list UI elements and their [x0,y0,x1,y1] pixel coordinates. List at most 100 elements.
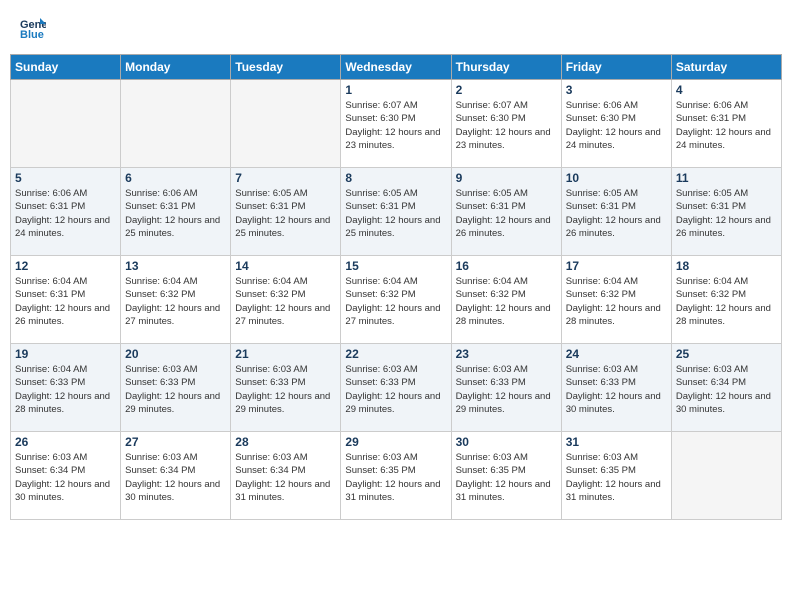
day-number: 10 [566,171,667,185]
calendar-header-row: SundayMondayTuesdayWednesdayThursdayFrid… [11,55,782,80]
calendar-day-cell: 18Sunrise: 6:04 AMSunset: 6:32 PMDayligh… [671,256,781,344]
day-number: 5 [15,171,116,185]
day-number: 18 [676,259,777,273]
calendar-day-cell [11,80,121,168]
day-info: Sunrise: 6:03 AMSunset: 6:34 PMDaylight:… [125,451,226,504]
sunset: Sunset: 6:30 PM [456,113,526,124]
day-info: Sunrise: 6:06 AMSunset: 6:30 PMDaylight:… [566,99,667,152]
calendar-day-cell: 30Sunrise: 6:03 AMSunset: 6:35 PMDayligh… [451,432,561,520]
day-info: Sunrise: 6:06 AMSunset: 6:31 PMDaylight:… [15,187,116,240]
sunset: Sunset: 6:31 PM [15,201,85,212]
day-number: 29 [345,435,446,449]
day-info: Sunrise: 6:05 AMSunset: 6:31 PMDaylight:… [456,187,557,240]
weekday-header: Thursday [451,55,561,80]
daylight: Daylight: 12 hours and 26 minutes. [15,303,110,327]
svg-text:Blue: Blue [20,29,44,41]
weekday-header: Tuesday [231,55,341,80]
sunset: Sunset: 6:35 PM [456,465,526,476]
sunrise: Sunrise: 6:05 AM [456,188,528,199]
calendar-day-cell: 12Sunrise: 6:04 AMSunset: 6:31 PMDayligh… [11,256,121,344]
daylight: Daylight: 12 hours and 29 minutes. [456,391,551,415]
sunrise: Sunrise: 6:04 AM [15,364,87,375]
calendar-day-cell: 15Sunrise: 6:04 AMSunset: 6:32 PMDayligh… [341,256,451,344]
sunset: Sunset: 6:32 PM [125,289,195,300]
calendar-day-cell: 26Sunrise: 6:03 AMSunset: 6:34 PMDayligh… [11,432,121,520]
daylight: Daylight: 12 hours and 24 minutes. [566,127,661,151]
sunset: Sunset: 6:35 PM [566,465,636,476]
calendar-day-cell: 6Sunrise: 6:06 AMSunset: 6:31 PMDaylight… [121,168,231,256]
sunrise: Sunrise: 6:05 AM [566,188,638,199]
sunrise: Sunrise: 6:03 AM [566,452,638,463]
weekday-header: Monday [121,55,231,80]
sunset: Sunset: 6:31 PM [235,201,305,212]
day-info: Sunrise: 6:05 AMSunset: 6:31 PMDaylight:… [566,187,667,240]
sunrise: Sunrise: 6:03 AM [15,452,87,463]
calendar-day-cell: 2Sunrise: 6:07 AMSunset: 6:30 PMDaylight… [451,80,561,168]
day-info: Sunrise: 6:03 AMSunset: 6:33 PMDaylight:… [566,363,667,416]
sunset: Sunset: 6:31 PM [676,113,746,124]
calendar-day-cell: 31Sunrise: 6:03 AMSunset: 6:35 PMDayligh… [561,432,671,520]
day-number: 22 [345,347,446,361]
day-info: Sunrise: 6:03 AMSunset: 6:33 PMDaylight:… [125,363,226,416]
sunrise: Sunrise: 6:05 AM [345,188,417,199]
day-info: Sunrise: 6:03 AMSunset: 6:34 PMDaylight:… [15,451,116,504]
day-number: 21 [235,347,336,361]
day-number: 1 [345,83,446,97]
calendar-day-cell: 9Sunrise: 6:05 AMSunset: 6:31 PMDaylight… [451,168,561,256]
sunrise: Sunrise: 6:03 AM [125,364,197,375]
sunset: Sunset: 6:31 PM [456,201,526,212]
sunrise: Sunrise: 6:03 AM [125,452,197,463]
day-number: 4 [676,83,777,97]
calendar-day-cell: 22 Sunrise: 6:03 AMSunset: 6:33 PMDayligh… [341,344,451,432]
day-number: 26 [15,435,116,449]
day-info: Sunrise: 6:03 AMSunset: 6:34 PMDaylight:… [235,451,336,504]
calendar-day-cell: 24Sunrise: 6:03 AMSunset: 6:33 PMDayligh… [561,344,671,432]
daylight: Daylight: 12 hours and 31 minutes. [456,479,551,503]
day-number: 3 [566,83,667,97]
sunset: Sunset: 6:34 PM [15,465,85,476]
sunrise: Sunrise: 6:03 AM [676,364,748,375]
calendar-day-cell: 16Sunrise: 6:04 AMSunset: 6:32 PMDayligh… [451,256,561,344]
calendar-day-cell: 27 Sunrise: 6:03 AMSunset: 6:34 PMDayligh… [121,432,231,520]
sunset: Sunset: 6:34 PM [676,377,746,388]
calendar-day-cell: 4Sunrise: 6:06 AMSunset: 6:31 PMDaylight… [671,80,781,168]
day-info: Sunrise: 6:04 AMSunset: 6:32 PMDaylight:… [566,275,667,328]
daylight: Daylight: 12 hours and 23 minutes. [456,127,551,151]
calendar-day-cell: 21Sunrise: 6:03 AMSunset: 6:33 PMDayligh… [231,344,341,432]
sunset: Sunset: 6:30 PM [345,113,415,124]
day-number: 27 [125,435,226,449]
calendar-table: SundayMondayTuesdayWednesdayThursdayFrid… [10,54,782,520]
sunrise: Sunrise: 6:04 AM [456,276,528,287]
day-number: 25 [676,347,777,361]
sunrise: Sunrise: 6:03 AM [235,452,307,463]
calendar-day-cell: 17Sunrise: 6:04 AMSunset: 6:32 PMDayligh… [561,256,671,344]
daylight: Daylight: 12 hours and 26 minutes. [566,215,661,239]
sunrise: Sunrise: 6:04 AM [345,276,417,287]
day-info: Sunrise: 6:03 AMSunset: 6:33 PMDaylight:… [456,363,557,416]
day-info: Sunrise: 6:05 AMSunset: 6:31 PMDaylight:… [345,187,446,240]
day-number: 20 [125,347,226,361]
calendar-day-cell: 20 Sunrise: 6:03 AMSunset: 6:33 PMDayligh… [121,344,231,432]
daylight: Daylight: 12 hours and 29 minutes. [235,391,330,415]
sunrise: Sunrise: 6:04 AM [566,276,638,287]
weekday-header: Sunday [11,55,121,80]
sunrise: Sunrise: 6:06 AM [125,188,197,199]
calendar-day-cell: 28Sunrise: 6:03 AMSunset: 6:34 PMDayligh… [231,432,341,520]
day-info: Sunrise: 6:07 AMSunset: 6:30 PMDaylight:… [456,99,557,152]
weekday-header: Friday [561,55,671,80]
day-info: Sunrise: 6:03 AMSunset: 6:35 PMDaylight:… [345,451,446,504]
sunrise: Sunrise: 6:05 AM [676,188,748,199]
day-info: Sunrise: 6:03 AMSunset: 6:33 PMDaylight:… [345,363,446,416]
sunset: Sunset: 6:30 PM [566,113,636,124]
day-number: 11 [676,171,777,185]
sunrise: Sunrise: 6:07 AM [345,100,417,111]
day-number: 13 [125,259,226,273]
sunrise: Sunrise: 6:06 AM [676,100,748,111]
daylight: Daylight: 12 hours and 25 minutes. [125,215,220,239]
day-info: Sunrise: 6:06 AMSunset: 6:31 PMDaylight:… [676,99,777,152]
day-number: 6 [125,171,226,185]
day-number: 23 [456,347,557,361]
daylight: Daylight: 12 hours and 31 minutes. [345,479,440,503]
calendar-day-cell: 14Sunrise: 6:04 AMSunset: 6:32 PMDayligh… [231,256,341,344]
calendar-day-cell: 10 Sunrise: 6:05 AMSunset: 6:31 PMDayligh… [561,168,671,256]
